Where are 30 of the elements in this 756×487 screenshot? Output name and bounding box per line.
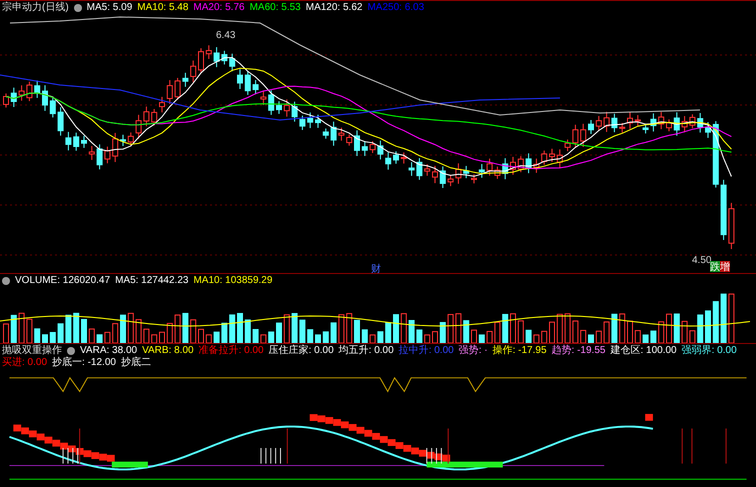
legend-label: 操作: -17.95 <box>492 345 547 357</box>
legend-label: 买进: 0.00 <box>2 357 48 369</box>
chart-title: 抛吸双重操作 <box>2 345 62 356</box>
legend-label: MA5: 127442.23 <box>115 275 188 287</box>
legend-label: 趋势: -19.55 <box>552 345 606 357</box>
legend-label: MA5: 5.09 <box>86 2 132 14</box>
legend-label: 拉中升: 0.00 <box>398 345 454 357</box>
legend-label: MA250: 6.03 <box>367 2 424 14</box>
legend-label: MA10: 103859.29 <box>193 275 272 287</box>
legend-label: 准备拉升: 0.00 <box>198 345 264 357</box>
price-label: 4.50 <box>692 255 712 266</box>
legend-label: 抄底二 <box>120 357 151 369</box>
event-marker: 财 <box>371 264 381 273</box>
signal-tag: 跌 <box>710 261 720 273</box>
legend-label: VOLUME: 126020.47 <box>15 275 110 287</box>
legend-label: 均五升: 0.00 <box>338 345 394 357</box>
legend-label: MA60: 5.53 <box>250 2 301 14</box>
signal-tag: 增 <box>720 261 730 273</box>
chart-title: 宗申动力(日线) <box>2 2 69 14</box>
legend-label: VARA: 38.00 <box>80 345 138 356</box>
legend-label: MA10: 5.48 <box>137 2 188 14</box>
legend-label: MA20: 5.76 <box>193 2 245 14</box>
legend-label: 建仓区: 100.00 <box>610 345 677 357</box>
legend-label: 抄底一: -12.00 <box>52 357 116 369</box>
legend-label: 强势: · <box>458 345 488 357</box>
legend-label: VARB: 8.00 <box>142 345 194 357</box>
legend-label: MA120: 5.62 <box>306 2 362 14</box>
price-label: 6.43 <box>216 30 236 41</box>
legend-label: 压住庄家: 0.00 <box>268 345 334 357</box>
legend-label: 强弱界: 0.00 <box>682 345 737 357</box>
